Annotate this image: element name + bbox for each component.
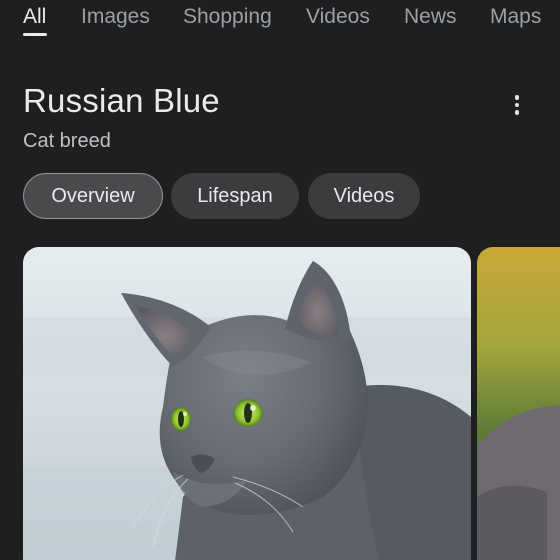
tab-images[interactable]: Images (81, 5, 150, 29)
tab-videos[interactable]: Videos (306, 5, 370, 29)
entity-title: Russian Blue (23, 82, 220, 119)
more-options-button[interactable] (500, 88, 534, 122)
search-type-tabs: All Images Shopping Videos News Maps (0, 0, 560, 40)
entity-subtitle: Cat breed (23, 130, 111, 152)
russian-blue-cat-photo (23, 247, 471, 560)
tab-shopping[interactable]: Shopping (183, 5, 272, 29)
tab-maps[interactable]: Maps (490, 5, 541, 29)
chip-lifespan[interactable]: Lifespan (171, 173, 299, 219)
search-results-page: All Images Shopping Videos News Maps Rus… (0, 0, 560, 560)
tab-news[interactable]: News (404, 5, 457, 29)
cat-image-card-2[interactable] (477, 247, 560, 560)
second-cat-photo-partial (477, 247, 560, 560)
tab-all[interactable]: All (23, 5, 46, 29)
cat-image-card[interactable] (23, 247, 471, 560)
chip-videos[interactable]: Videos (308, 173, 420, 219)
more-vert-icon (514, 95, 520, 115)
active-tab-indicator (23, 33, 47, 36)
chip-overview[interactable]: Overview (23, 173, 163, 219)
